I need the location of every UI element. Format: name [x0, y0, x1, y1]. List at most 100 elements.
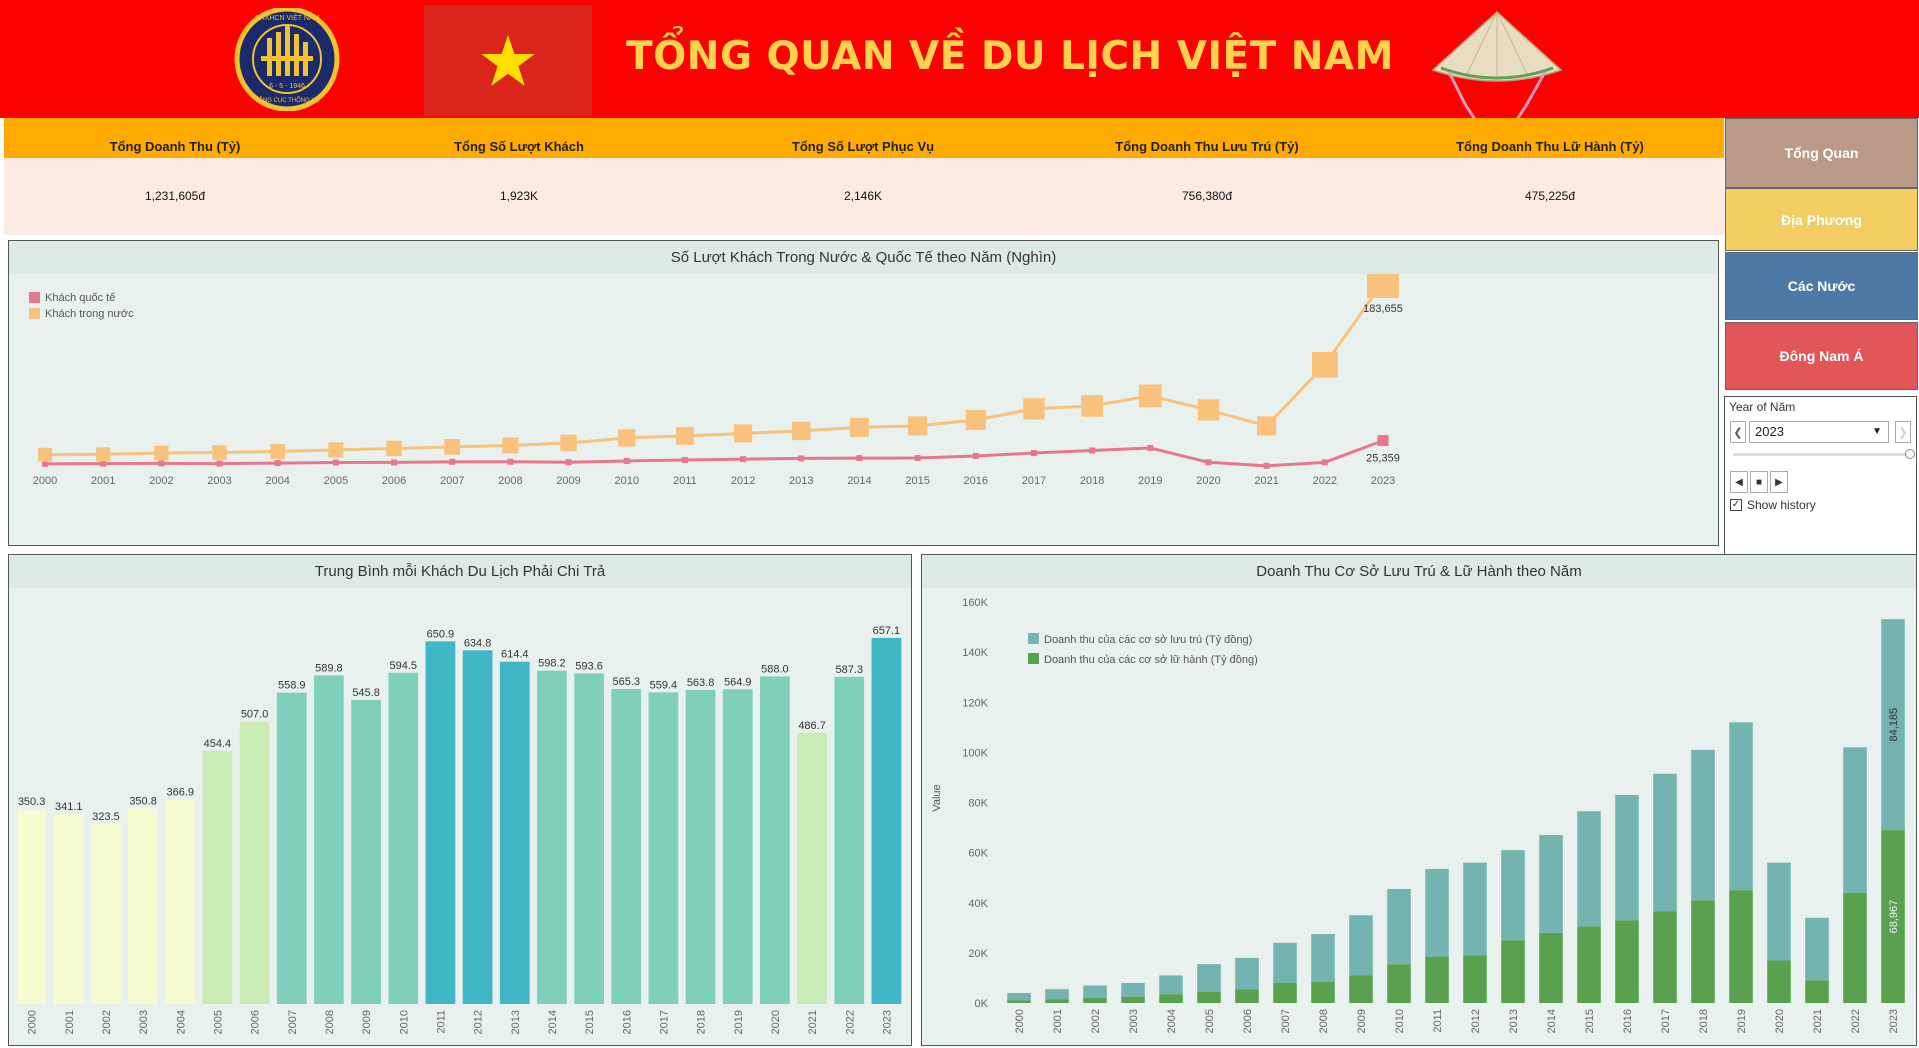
legend-label: Khách trong nước — [45, 308, 134, 320]
bar-lodging — [1197, 964, 1221, 992]
data-point — [849, 417, 869, 437]
x-tick-label: 2006 — [250, 1010, 262, 1034]
nav-button-southeast-asia[interactable]: Đông Nam Á — [1725, 322, 1918, 390]
x-tick-label: 2010 — [1394, 1009, 1406, 1033]
x-tick-label: 2001 — [64, 1010, 76, 1034]
bar-lodging — [1767, 862, 1791, 961]
x-tick-label: 2012 — [1470, 1009, 1482, 1033]
checkbox-checked-icon: ✓ — [1730, 499, 1742, 511]
x-tick-label: 2020 — [770, 1010, 782, 1034]
bar-value-label: 594.5 — [389, 660, 417, 672]
bar — [128, 808, 158, 1004]
legend-swatch — [29, 308, 40, 319]
data-point — [798, 455, 805, 462]
data-point — [676, 427, 694, 445]
year-slider-handle[interactable] — [1905, 449, 1915, 459]
x-tick-label: 2023 — [1371, 475, 1395, 487]
data-point — [328, 442, 344, 458]
bar-value-label: 587.3 — [835, 664, 863, 676]
bar-travel — [1235, 989, 1259, 1003]
x-tick-label: 2022 — [844, 1010, 856, 1034]
x-tick-label: 2021 — [807, 1010, 819, 1034]
stop-icon: ■ — [1755, 476, 1763, 488]
x-tick-label: 2011 — [673, 475, 697, 487]
bar-lodging — [1729, 722, 1753, 891]
bar-travel — [1197, 991, 1221, 1003]
bar-value-label: 486.7 — [798, 720, 826, 732]
next-year-button[interactable]: ❯ — [1895, 421, 1911, 443]
x-tick-label: 2007 — [287, 1010, 299, 1034]
stop-button[interactable]: ■ — [1750, 471, 1768, 493]
y-tick-label: 120K — [962, 697, 988, 709]
data-point — [1263, 462, 1270, 469]
data-point — [792, 421, 811, 441]
bar — [648, 692, 679, 1004]
bar — [834, 676, 865, 1004]
bar-value-label: 588.0 — [761, 663, 789, 675]
bar-value-label: 598.2 — [538, 658, 566, 670]
legend-swatch — [1028, 633, 1039, 644]
nav-button-local[interactable]: Địa Phương — [1725, 188, 1918, 251]
step-back-button[interactable]: ◀ — [1730, 471, 1748, 493]
x-tick-label: 2010 — [398, 1010, 410, 1034]
data-point — [1030, 450, 1037, 457]
bar — [91, 823, 121, 1004]
bar-lodging — [1577, 811, 1601, 927]
x-tick-label: 2010 — [614, 475, 638, 487]
bar-value-label: 350.8 — [129, 796, 157, 808]
bar — [16, 808, 47, 1004]
x-tick-label: 2004 — [1166, 1009, 1178, 1033]
year-select[interactable]: 2023 ▼ — [1749, 421, 1889, 443]
x-tick-label: 2018 — [1698, 1009, 1710, 1033]
prev-year-button[interactable]: ❮ — [1730, 421, 1746, 443]
data-point — [274, 460, 281, 467]
legend-label: Khách quốc tế — [45, 292, 115, 304]
nav-button-overview[interactable]: Tổng Quan — [1725, 118, 1918, 188]
bar — [202, 750, 233, 1004]
kpi-value-travel-revenue: 475,225đ — [1524, 189, 1576, 203]
x-tick-label: 2007 — [1280, 1009, 1292, 1033]
bar-value-label: 559.4 — [650, 679, 678, 691]
data-point — [1257, 416, 1277, 436]
nav-button-countries[interactable]: Các Nước — [1725, 252, 1918, 320]
bar — [871, 637, 902, 1004]
bar-travel — [1501, 940, 1525, 1003]
bar-travel — [1007, 1000, 1031, 1003]
bar — [722, 689, 753, 1004]
bar-lodging — [1843, 747, 1867, 893]
x-tick-label: 2000 — [33, 475, 57, 487]
play-button[interactable]: ▶ — [1770, 471, 1788, 493]
bar — [462, 650, 493, 1004]
x-tick-label: 2009 — [1356, 1009, 1368, 1033]
data-point — [1089, 447, 1096, 454]
show-history-toggle[interactable]: ✓ Show history — [1730, 498, 1816, 512]
bar-lodging — [1691, 749, 1715, 901]
x-tick-label: 2002 — [101, 1010, 113, 1034]
x-tick-label: 2016 — [1622, 1009, 1634, 1033]
x-tick-label: 2015 — [1584, 1009, 1596, 1033]
kpi-label-lodging-revenue: Tổng Doanh Thu Lưu Trú (Tỷ) — [1115, 139, 1299, 154]
bar-lodging — [1007, 992, 1031, 1001]
chart-title: Số Lượt Khách Trong Nước & Quốc Tế theo … — [9, 241, 1718, 274]
data-point — [158, 460, 165, 467]
bar-lodging — [1653, 773, 1677, 912]
vietnam-flag — [424, 5, 592, 116]
legend-label: Doanh thu của các cơ sở lữ hành (Tỷ đồng… — [1044, 654, 1258, 666]
x-tick-label: 2003 — [207, 475, 231, 487]
x-tick-label: 2015 — [584, 1010, 596, 1034]
year-filter: Year of Năm ❮ 2023 ▼ ❯ ◀ ■ ▶ ✓ Show hist… — [1724, 396, 1917, 574]
data-point — [38, 447, 52, 462]
bar-travel — [1121, 996, 1145, 1003]
y-tick-label: 140K — [962, 647, 988, 659]
bar — [388, 672, 419, 1004]
kpi-label-total-revenue: Tổng Doanh Thu (Tỷ) — [109, 139, 241, 154]
year-slider-track[interactable] — [1733, 453, 1909, 456]
data-point — [386, 440, 402, 457]
data-point — [216, 460, 223, 467]
data-point — [1205, 459, 1212, 466]
x-tick-label: 2019 — [1138, 475, 1162, 487]
bar-travel — [1615, 920, 1639, 1003]
data-point — [100, 460, 107, 467]
x-tick-label: 2014 — [847, 475, 871, 487]
bar-lodging — [1805, 917, 1829, 981]
